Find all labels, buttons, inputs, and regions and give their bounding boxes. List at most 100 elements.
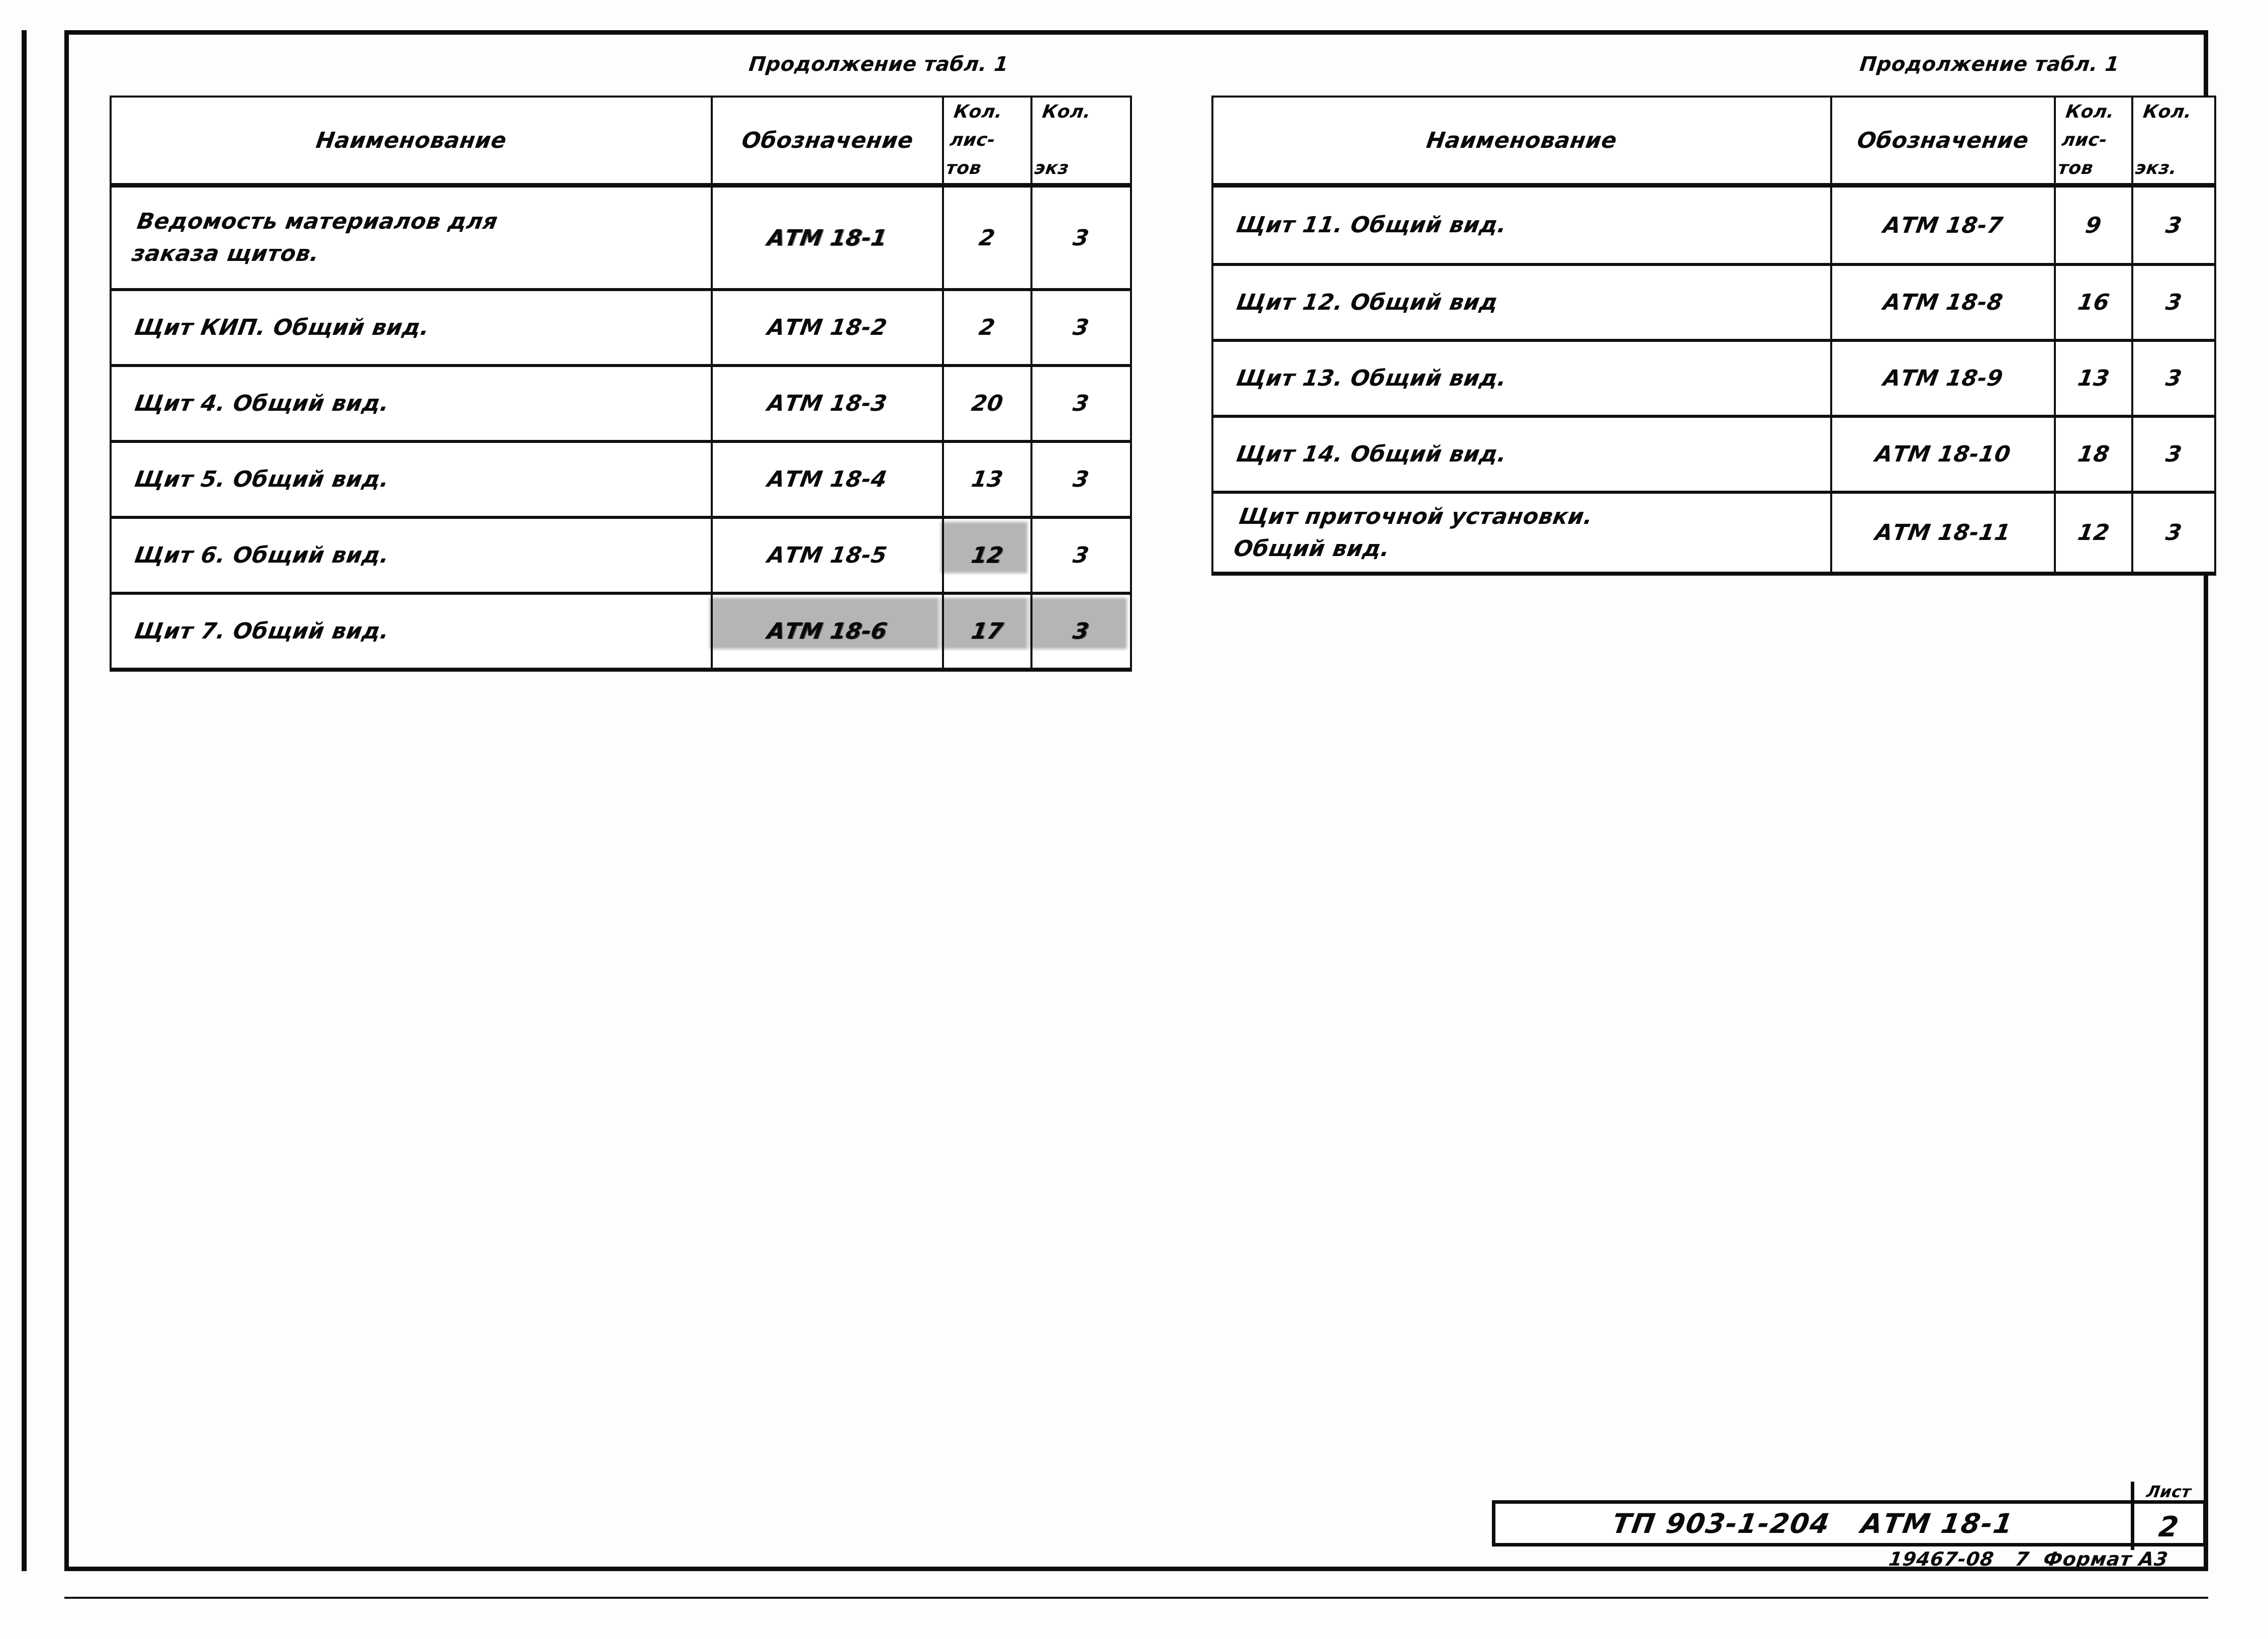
row-copies-text: 3	[2163, 212, 2184, 238]
table-row: Щит КИП. Общий вид. АТМ 18-2 2 3	[110, 289, 1132, 367]
row-sheets: 2	[942, 289, 1032, 367]
row-sheets-text: 18	[2075, 441, 2112, 467]
table-row: Щит 5. Общий вид. АТМ 18-4 13 3	[110, 440, 1132, 519]
header-cell-designation: Обозначение	[711, 96, 944, 188]
row-designation: АТМ 18-10	[1830, 415, 2056, 494]
row-sheets-text: 12	[2075, 520, 2112, 545]
row-name-text: Щит 13. Общий вид.	[1235, 365, 1509, 391]
header-cell-copies: Кол. экз.	[2131, 96, 2216, 188]
header-label-copies: Кол. экз	[1033, 102, 1092, 178]
row-sheets-text: 20	[969, 391, 1005, 416]
row-sheets-text: 13	[969, 467, 1005, 492]
row-name: Щит 4. Общий вид.	[110, 365, 713, 443]
row-designation-text: АТМ 18-1	[766, 225, 889, 251]
row-name-text: Щит 11. Общий вид.	[1235, 212, 1509, 238]
row-designation: АТМ 18-1	[711, 184, 944, 291]
row-copies-text: 3	[1071, 315, 1091, 340]
row-name: Щит 5. Общий вид.	[110, 440, 713, 519]
row-name: Ведомость материалов для заказа щитов.	[110, 184, 713, 291]
title-block-designation-text: ТП 903-1-204 АТМ 18-1	[1610, 1507, 2016, 1539]
row-copies: 3	[1030, 365, 1132, 443]
drawing-sheet: Продолжение табл. 1 Наименование Обознач…	[0, 0, 2268, 1639]
table-row: Щит 13. Общий вид. АТМ 18-9 13 3	[1211, 339, 2216, 418]
left-table-caption: Продолжение табл. 1	[747, 53, 1010, 76]
row-sheets-text: 12	[969, 542, 1005, 568]
footer-format-text: 19467-08 7 Формат А3	[1887, 1548, 2170, 1570]
row-designation: АТМ 18-8	[1830, 263, 2056, 342]
row-copies-text: 3	[2163, 520, 2184, 545]
row-name: Щит 7. Общий вид.	[110, 592, 713, 672]
row-name: Щит 12. Общий вид	[1211, 263, 1832, 342]
row-name-text: Щит 12. Общий вид	[1235, 289, 1500, 315]
row-name: Щит 14. Общий вид.	[1211, 415, 1832, 494]
row-name-text: Щит 14. Общий вид.	[1235, 441, 1509, 467]
right-specification-table: Наименование Обозначение Кол. лис- тов К…	[1211, 96, 2216, 576]
row-sheets: 18	[2054, 415, 2133, 494]
row-name: Щит 13. Общий вид.	[1211, 339, 1832, 418]
header-cell-copies: Кол. экз	[1030, 96, 1132, 188]
row-sheets: 9	[2054, 184, 2133, 266]
row-name-text: Щит приточной установки. Общий вид.	[1232, 503, 1595, 562]
row-designation: АТМ 18-7	[1830, 184, 2056, 266]
row-copies-text: 3	[2163, 366, 2184, 391]
sheet-footer: 19467-08 7 Формат А3	[64, 1546, 2208, 1572]
row-sheets: 2	[942, 184, 1032, 291]
row-designation-text: АТМ 18-4	[766, 467, 889, 492]
table-row: Щит 6. Общий вид. АТМ 18-5 12 3	[110, 516, 1132, 595]
binding-margin-line	[22, 30, 27, 1571]
sheet-trim-line	[64, 1597, 2208, 1599]
table-row: Ведомость материалов для заказа щитов. А…	[110, 184, 1132, 291]
row-sheets: 17	[942, 592, 1032, 672]
row-designation-text: АТМ 18-10	[1873, 441, 2013, 467]
row-sheets-text: 13	[2075, 366, 2112, 391]
row-name-text: Щит 4. Общий вид.	[133, 390, 391, 416]
row-name-text: Щит 5. Общий вид.	[133, 466, 391, 492]
sheet-number-value: 2	[2157, 1510, 2181, 1543]
row-copies: 3	[2131, 263, 2216, 342]
left-specification-table: Наименование Обозначение Кол. лис- тов К…	[110, 96, 1132, 672]
header-label-designation: Обозначение	[740, 127, 915, 153]
row-name-text: Ведомость материалов для заказа щитов.	[130, 209, 500, 266]
table-row: Щит 14. Общий вид. АТМ 18-10 18 3	[1211, 415, 2216, 494]
row-copies: 3	[2131, 184, 2216, 266]
row-sheets: 13	[942, 440, 1032, 519]
row-designation-text: АТМ 18-8	[1881, 290, 2005, 315]
table-row: Щит 7. Общий вид. АТМ 18-6 17 3	[110, 592, 1132, 672]
row-copies-text: 3	[1071, 618, 1091, 644]
row-sheets: 12	[2054, 491, 2133, 576]
header-label-sheets: Кол. лис- тов	[944, 102, 1004, 178]
title-block-designation-area: ТП 903-1-204 АТМ 18-1	[1495, 1504, 2131, 1543]
row-sheets: 12	[942, 516, 1032, 595]
row-sheets-text: 16	[2075, 290, 2112, 315]
row-designation-text: АТМ 18-6	[766, 618, 889, 644]
row-copies: 3	[2131, 415, 2216, 494]
row-copies: 3	[1030, 592, 1132, 672]
row-copies: 3	[1030, 516, 1132, 595]
row-copies-text: 3	[1071, 542, 1091, 568]
row-designation: АТМ 18-11	[1830, 491, 2056, 576]
row-designation: АТМ 18-4	[711, 440, 944, 519]
row-copies: 3	[1030, 184, 1132, 291]
row-name: Щит приточной установки. Общий вид.	[1211, 491, 1832, 576]
row-designation: АТМ 18-3	[711, 365, 944, 443]
row-designation: АТМ 18-6	[711, 592, 944, 672]
table-row: Щит 12. Общий вид АТМ 18-8 16 3	[1211, 263, 2216, 342]
row-designation: АТМ 18-5	[711, 516, 944, 595]
row-designation-text: АТМ 18-9	[1881, 366, 2005, 391]
row-designation: АТМ 18-9	[1830, 339, 2056, 418]
row-designation-text: АТМ 18-5	[766, 542, 889, 568]
row-designation-text: АТМ 18-7	[1881, 212, 2005, 238]
row-designation-text: АТМ 18-2	[766, 315, 889, 340]
header-cell-sheets: Кол. лис- тов	[2054, 96, 2133, 188]
table-row: Щит 11. Общий вид. АТМ 18-7 9 3	[1211, 184, 2216, 266]
table-row: Щит приточной установки. Общий вид. АТМ …	[1211, 491, 2216, 576]
title-block: ТП 903-1-204 АТМ 18-1 Лист 2	[1492, 1482, 2207, 1550]
row-sheets: 20	[942, 365, 1032, 443]
header-label-copies: Кол. экз.	[2134, 102, 2193, 178]
row-copies-text: 3	[1071, 391, 1091, 416]
row-copies-text: 3	[2163, 290, 2184, 315]
table-header-row: Наименование Обозначение Кол. лис- тов К…	[110, 96, 1132, 188]
header-label-sheets: Кол. лис- тов	[2056, 102, 2116, 178]
row-sheets-text: 2	[977, 225, 997, 251]
row-designation-text: АТМ 18-11	[1873, 520, 2013, 545]
